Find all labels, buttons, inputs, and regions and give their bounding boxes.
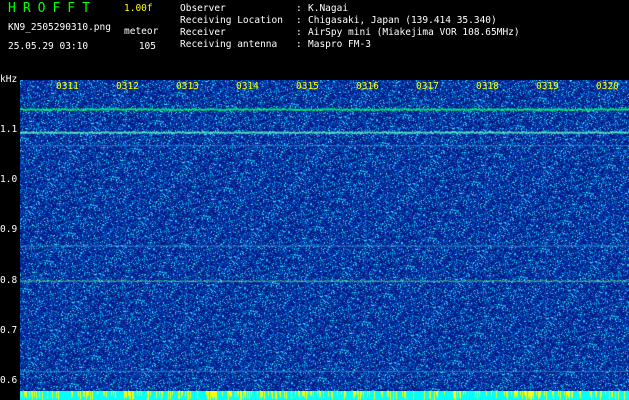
y-tick-label: 0.7 — [0, 324, 18, 336]
time-tick-label: 0319 — [536, 81, 559, 92]
time-tick-label: 0320 — [596, 81, 619, 92]
separator: : — [296, 27, 302, 38]
time-tick-label: 0316 — [356, 81, 379, 92]
version-label: 1.00f — [124, 3, 153, 14]
meteor-count: 105 — [138, 41, 156, 52]
y-tick-label: 1.0 — [0, 174, 18, 186]
y-tick-label: 0.8 — [0, 274, 18, 286]
observer-value: K.Nagai — [308, 3, 349, 14]
receiver-row: Receiver : AirSpy mini (Miakejima VOR 10… — [180, 27, 520, 39]
spectrogram — [20, 80, 629, 391]
location-value: Chigasaki, Japan (139.414 35.340) — [308, 15, 497, 26]
time-tick-label: 0318 — [476, 81, 499, 92]
y-unit-label: kHz — [0, 74, 18, 85]
location-row: Receiving Location : Chigasaki, Japan (1… — [180, 15, 520, 27]
location-label: Receiving Location — [180, 15, 283, 26]
antenna-row: Receiving antenna : Maspro FM-3 — [180, 39, 520, 51]
time-tick-label: 0314 — [236, 81, 259, 92]
time-tick-label: 0312 — [116, 81, 139, 92]
antenna-value: Maspro FM-3 — [308, 39, 371, 50]
y-tick-label: 0.9 — [0, 224, 18, 236]
time-tick-label: 0315 — [296, 81, 319, 92]
meteor-label: meteor — [124, 26, 159, 37]
time-tick-label: 0313 — [176, 81, 199, 92]
time-tick-label: 0317 — [416, 81, 439, 92]
observer-label: Observer — [180, 3, 226, 14]
separator: : — [296, 3, 302, 14]
app-logo: HROFFT — [8, 1, 97, 16]
receiver-label: Receiver — [180, 27, 226, 38]
separator: : — [296, 39, 302, 50]
capture-datetime: 25.05.29 03:10 — [8, 41, 89, 52]
antenna-label: Receiving antenna — [180, 39, 278, 50]
receiver-value: AirSpy mini (Miakejima VOR 108.65MHz) — [308, 27, 520, 38]
time-tick-label: 0311 — [56, 81, 79, 92]
separator: : — [296, 15, 302, 26]
y-tick-label: 1.1 — [0, 124, 18, 136]
observer-row: Observer : K.Nagai — [180, 3, 520, 15]
signal-level-bar — [20, 391, 629, 400]
file-name: KN9_2505290310.png — [8, 22, 111, 33]
observation-info: Observer : K.Nagai Receiving Location : … — [180, 3, 520, 51]
y-tick-label: 0.6 — [0, 374, 18, 386]
